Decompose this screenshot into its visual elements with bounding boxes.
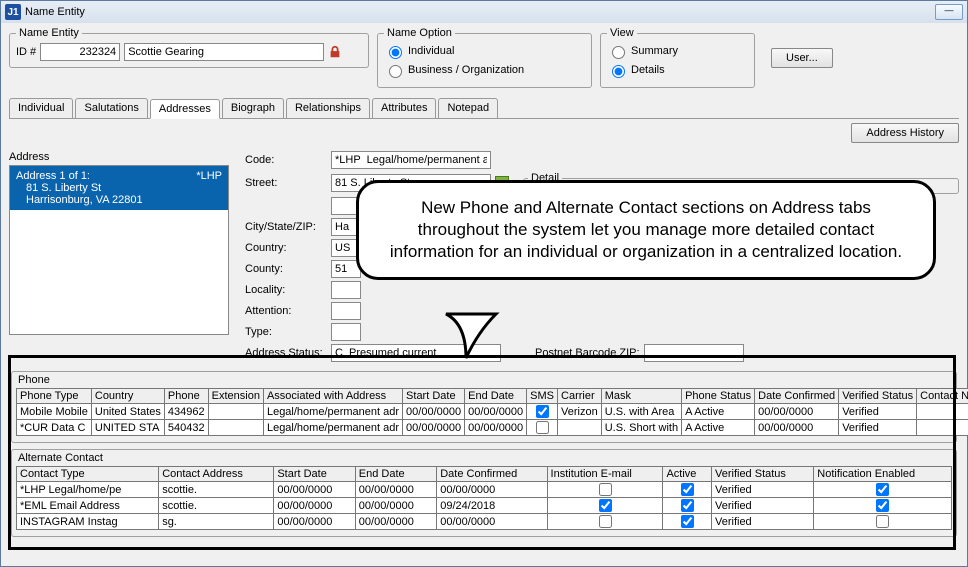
address-history-button[interactable]: Address History (851, 123, 959, 143)
app-window: J1 Name Entity — Name Entity ID # Name O… (0, 0, 968, 567)
name-input[interactable] (124, 43, 324, 61)
column-header[interactable]: Start Date (274, 467, 355, 482)
radio-details[interactable]: Details (607, 62, 665, 78)
locality-label: Locality: (245, 284, 327, 296)
window-title: Name Entity (25, 6, 935, 18)
code-label: Code: (245, 154, 327, 166)
column-header[interactable]: Date Confirmed (755, 389, 839, 404)
checkbox[interactable] (876, 515, 889, 528)
county-label: County: (245, 263, 327, 275)
view-group: View Summary Details (600, 27, 755, 88)
column-header[interactable]: Phone Type (17, 389, 92, 404)
checkbox[interactable] (536, 421, 549, 434)
table-row[interactable]: *EML Email Addressscottie.00/00/000000/0… (17, 498, 952, 514)
postnet-label: Postnet Barcode ZIP: (535, 347, 640, 359)
checkbox[interactable] (599, 499, 612, 512)
column-header[interactable]: Contact Address (159, 467, 274, 482)
alt-title: Alternate Contact (16, 452, 952, 466)
address-list-label: Address (9, 151, 229, 163)
type-input[interactable] (331, 323, 361, 341)
column-header[interactable]: Carrier (558, 389, 602, 404)
attention-label: Attention: (245, 305, 327, 317)
column-header[interactable]: Phone Status (682, 389, 755, 404)
postnet-input[interactable] (644, 344, 744, 362)
city-label: City/State/ZIP: (245, 221, 327, 233)
titlebar: J1 Name Entity — (1, 1, 967, 23)
column-header[interactable]: Mask (601, 389, 681, 404)
phone-title: Phone (16, 374, 952, 388)
phone-grid[interactable]: Phone TypeCountryPhoneExtensionAssociate… (16, 388, 968, 436)
column-header[interactable]: Phone (164, 389, 208, 404)
checkbox[interactable] (876, 499, 889, 512)
tab-attributes[interactable]: Attributes (372, 98, 436, 118)
radio-business[interactable]: Business / Organization (384, 62, 524, 78)
address-item-selected[interactable]: Address 1 of 1: *LHP 81 S. Liberty St Ha… (10, 166, 228, 210)
alt-grid[interactable]: Contact TypeContact AddressStart DateEnd… (16, 466, 952, 530)
column-header[interactable]: Contact Type (17, 467, 159, 482)
name-entity-legend: Name Entity (16, 27, 82, 39)
tab-strip: Individual Salutations Addresses Biograp… (9, 98, 959, 119)
tab-individual[interactable]: Individual (9, 98, 73, 118)
column-header[interactable]: Verified Status (839, 389, 917, 404)
checkbox[interactable] (599, 515, 612, 528)
view-legend: View (607, 27, 637, 39)
radio-summary[interactable]: Summary (607, 43, 678, 59)
address-list[interactable]: Address 1 of 1: *LHP 81 S. Liberty St Ha… (9, 165, 229, 335)
code-input[interactable] (331, 151, 491, 169)
content-area: Name Entity ID # Name Option Individual … (1, 23, 967, 541)
country-label: Country: (245, 242, 327, 254)
table-row[interactable]: Mobile MobileUnited States434962Legal/ho… (17, 404, 968, 420)
minimize-button[interactable]: — (935, 4, 963, 20)
tab-addresses[interactable]: Addresses (150, 99, 220, 119)
checkbox[interactable] (681, 499, 694, 512)
column-header[interactable]: Start Date (403, 389, 465, 404)
column-header[interactable]: Institution E-mail (547, 467, 663, 482)
id-label: ID # (16, 46, 36, 58)
column-header[interactable]: Verified Status (711, 467, 813, 482)
column-header[interactable]: SMS (527, 389, 558, 404)
attention-input[interactable] (331, 302, 361, 320)
tab-biograph[interactable]: Biograph (222, 98, 284, 118)
column-header[interactable]: End Date (465, 389, 527, 404)
checkbox[interactable] (536, 405, 549, 418)
tab-salutations[interactable]: Salutations (75, 98, 147, 118)
checkbox[interactable] (681, 483, 694, 496)
column-header[interactable]: End Date (355, 467, 436, 482)
app-icon: J1 (5, 4, 21, 20)
table-row[interactable]: *LHP Legal/home/pescottie.00/00/000000/0… (17, 482, 952, 498)
id-input[interactable] (40, 43, 120, 61)
street-label: Street: (245, 177, 327, 189)
column-header[interactable]: Date Confirmed (437, 467, 547, 482)
name-option-group: Name Option Individual Business / Organi… (377, 27, 592, 88)
column-header[interactable]: Associated with Address (263, 389, 402, 404)
user-button[interactable]: User... (771, 48, 833, 68)
tab-notepad[interactable]: Notepad (438, 98, 498, 118)
name-entity-group: Name Entity ID # (9, 27, 369, 68)
phone-section: Phone Phone TypeCountryPhoneExtensionAss… (11, 371, 957, 443)
column-header[interactable]: Country (91, 389, 164, 404)
column-header[interactable]: Contact Name (917, 389, 968, 404)
tab-relationships[interactable]: Relationships (286, 98, 370, 118)
addr-status-label: Address Status: (245, 347, 327, 359)
callout-text: New Phone and Alternate Contact sections… (356, 180, 936, 280)
checkbox[interactable] (681, 515, 694, 528)
lock-icon (328, 45, 342, 59)
column-header[interactable]: Notification Enabled (814, 467, 952, 482)
column-header[interactable]: Extension (208, 389, 263, 404)
checkbox[interactable] (599, 483, 612, 496)
name-option-legend: Name Option (384, 27, 455, 39)
table-row[interactable]: INSTAGRAM Instagsg.00/00/000000/00/00000… (17, 514, 952, 530)
type-label: Type: (245, 326, 327, 338)
alternate-contact-section: Alternate Contact Contact TypeContact Ad… (11, 449, 957, 537)
column-header[interactable]: Active (663, 467, 712, 482)
locality-input[interactable] (331, 281, 361, 299)
checkbox[interactable] (876, 483, 889, 496)
table-row[interactable]: *CUR Data CUNITED STA540432Legal/home/pe… (17, 420, 968, 436)
callout: New Phone and Alternate Contact sections… (356, 180, 936, 280)
radio-individual[interactable]: Individual (384, 43, 454, 59)
